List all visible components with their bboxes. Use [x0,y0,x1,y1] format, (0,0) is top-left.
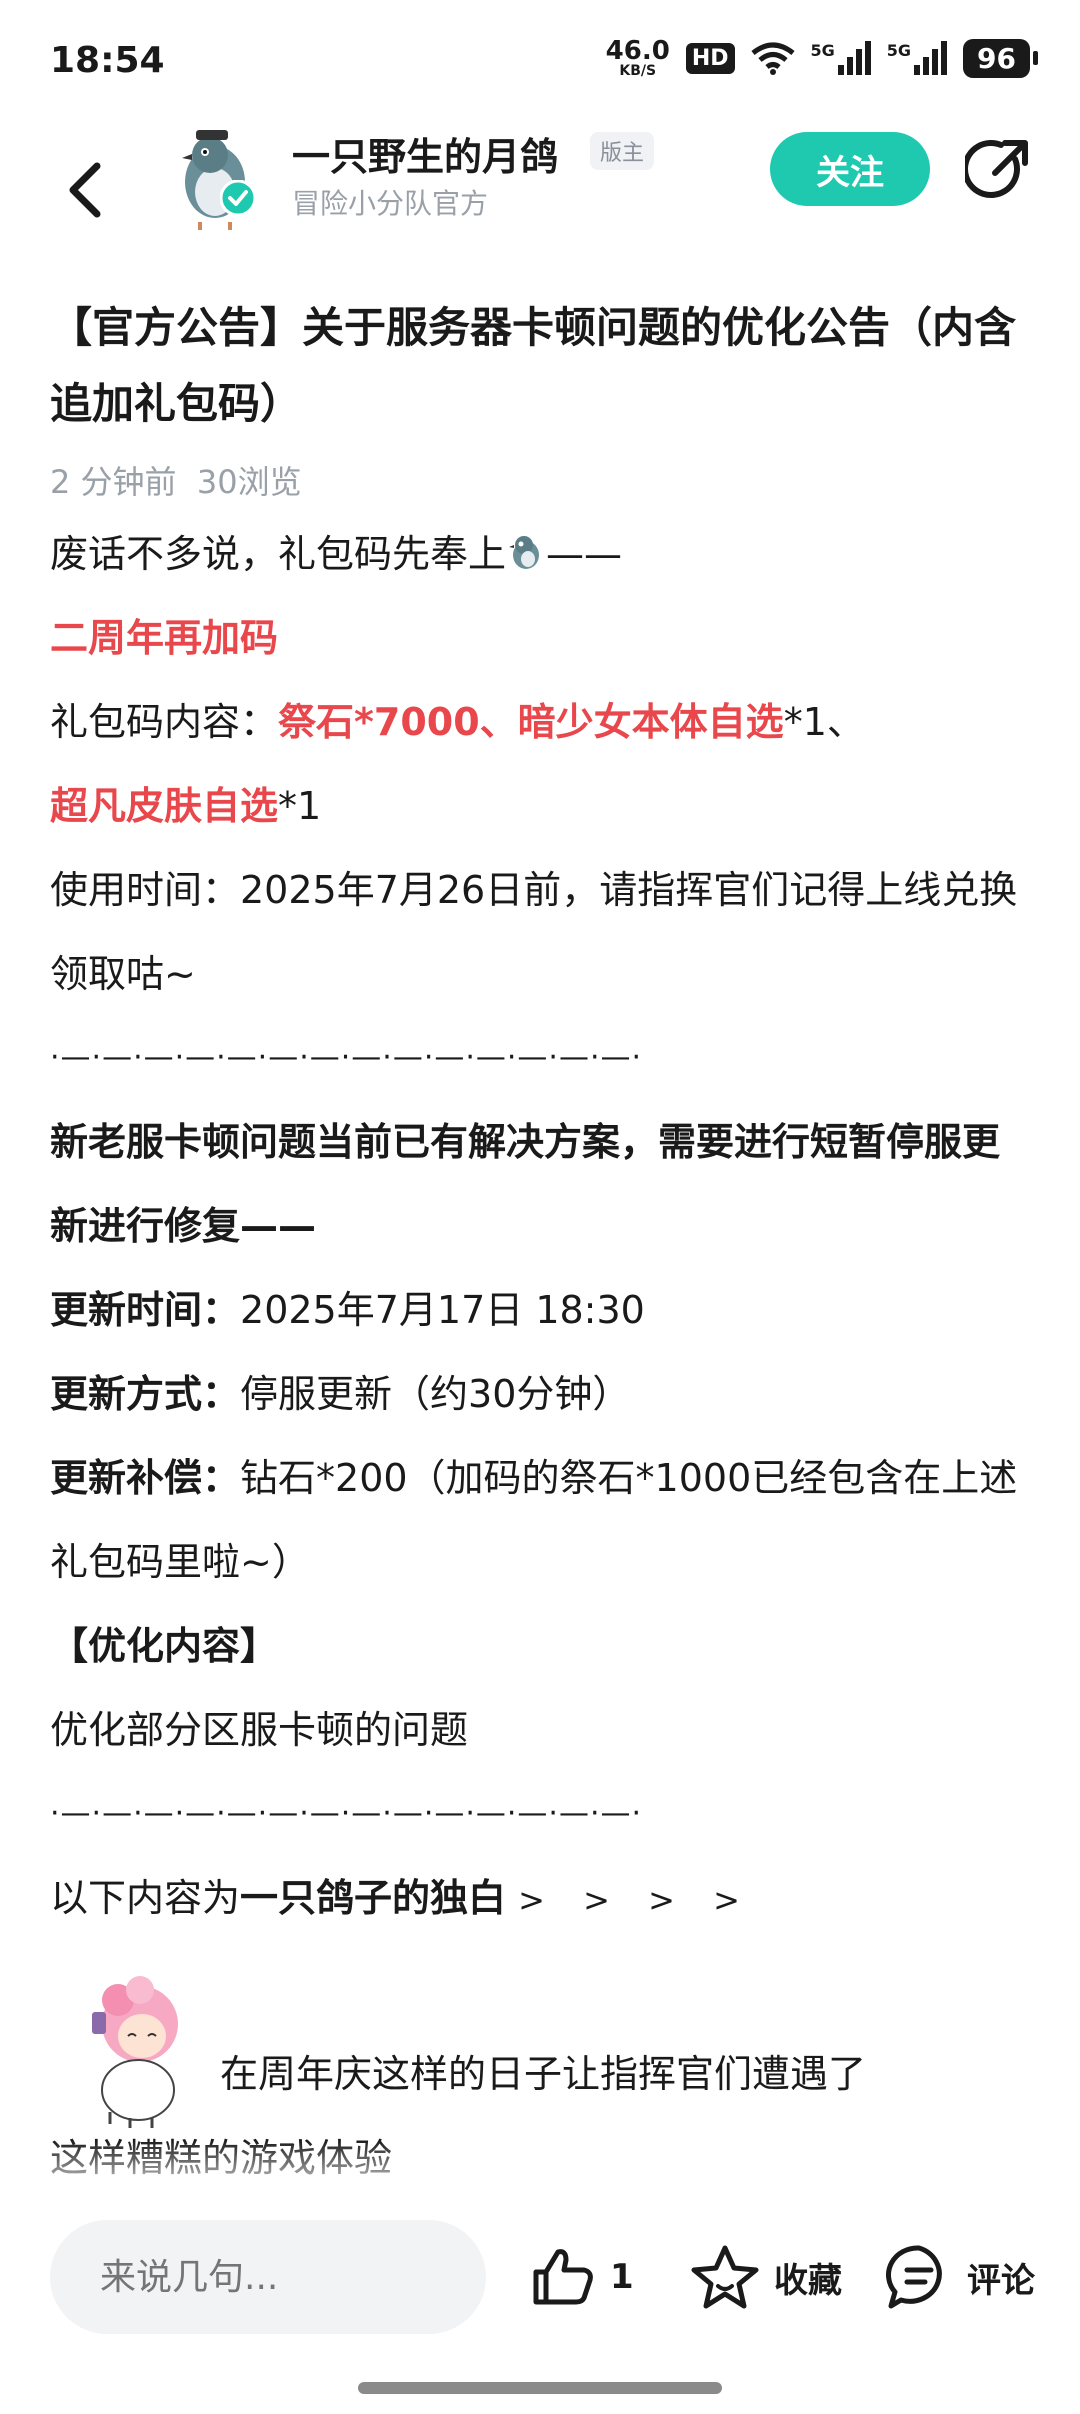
comment-input[interactable] [50,2220,486,2334]
update-method-value: 停服更新（约30分钟） [240,1372,631,1416]
follow-button[interactable]: 关注 [770,132,930,206]
intro-text: 废话不多说，礼包码先奉上 [50,532,507,576]
optimize-item: 优化部分区服卡顿的问题 [50,1708,469,1752]
post-header: 一只野生的月鸽 版主 冒险小分队官方 关注 [0,120,1080,290]
signal-5g-label-2: 5G [886,41,912,60]
author-subtitle: 冒险小分队官方 [292,187,489,220]
extra-code-heading: 二周年再加码 [50,616,279,660]
gift-item-1: 祭石*7000 [278,700,480,744]
gift-separator: 、 [479,700,518,744]
sticker-text: 在周年庆这样的日子让指挥官们遭遇了 [220,2052,867,2096]
post-meta: 2 分钟前 30浏览 [50,452,1030,512]
intro-line: 废话不多说，礼包码先奉上 —— [50,512,1030,596]
share-icon [965,140,1028,198]
pink-girl-sticker [92,1976,178,2128]
update-time-value: 2025年7月17日 18:30 [240,1288,645,1332]
wifi-icon [750,42,795,75]
network-speed-value: 46.0 [605,36,670,66]
like-button[interactable]: 1 [530,2220,634,2334]
back-arrow-icon [69,162,101,218]
monologue-line: 以下内容为一只鸽子的独白 > > > > [50,1856,1030,1942]
favorite-button[interactable]: 收藏 [690,2220,842,2334]
gift-item-2-qty: *1、 [783,700,865,744]
use-time-text: 使用时间：2025年7月26日前，请指挥官们记得上线兑换领取咕~ [50,868,1018,996]
post-time: 2 分钟前 [50,463,177,501]
update-comp-line: 更新补偿：钻石*200（加码的祭石*1000已经包含在上述礼包码里啦~） [50,1436,1030,1604]
bottom-action-bar: 1 收藏 评论 [0,2190,1080,2414]
gift-content-line: 礼包码内容：祭石*7000、暗少女本体自选*1、 [50,680,1030,764]
signal-5g-icon-1: 5G [811,41,871,75]
back-button[interactable] [50,140,120,240]
home-indicator[interactable] [358,2382,722,2394]
favorite-label: 收藏 [774,2260,842,2301]
moderator-badge: 版主 [590,132,655,170]
battery-icon: 96 [963,38,1038,78]
status-time: 18:54 [50,40,165,81]
monologue-prefix: 以下内容为 [50,1876,241,1920]
gift-content-line-2: 超凡皮肤自选*1 [50,764,1030,848]
update-method-label: 更新方式： [50,1372,241,1416]
star-icon [691,2245,759,2309]
verified-icon [220,180,256,216]
status-icons: 46.0 KB/S HD 5G 5G 96 [606,38,1038,78]
issue-text: 新老服卡顿问题当前已有解决方案，需要进行短暂停服更新进行修复—— [50,1120,1001,1248]
like-count: 1 [610,2257,634,2297]
gift-label: 礼包码内容： [50,700,279,744]
update-time-label: 更新时间： [50,1288,241,1332]
signal-5g-icon-2: 5G [886,41,948,75]
hd-icon: HD [685,42,735,74]
signal-5g-label-1: 5G [810,41,835,60]
gift-item-3: 超凡皮肤自选 [50,784,279,828]
update-comp-label: 更新补偿： [50,1456,241,1500]
update-method-line: 更新方式：停服更新（约30分钟） [50,1352,1030,1436]
share-button[interactable] [960,132,1036,208]
comment-bubble-icon [886,2245,942,2309]
comment-label: 评论 [967,2260,1035,2301]
post-title: 【官方公告】关于服务器卡顿问题的优化公告（内含追加礼包码） [50,303,1017,428]
post-body: 【官方公告】关于服务器卡顿问题的优化公告（内含追加礼包码） 2 分钟前 30浏览… [50,290,1030,2182]
monologue-arrows: > > > > [518,1881,754,1919]
section-divider: ·—·—·—·—·—·—·—·—·—·—·—·—·—·—· [50,1040,643,1075]
update-time-line: 更新时间：2025年7月17日 18:30 [50,1268,1030,1352]
optimize-heading: 【优化内容】 [50,1624,279,1668]
monologue-title: 一只鸽子的独白 [240,1876,507,1920]
network-speed-unit: KB/S [619,63,657,79]
pigeon-emoji-icon [509,536,540,569]
author-name[interactable]: 一只野生的月鸽 [292,126,558,181]
network-speed: 46.0 KB/S [606,38,670,78]
post-views: 30浏览 [196,463,302,501]
gift-item-2: 暗少女本体自选 [517,700,784,744]
section-divider-2: ·—·—·—·—·—·—·—·—·—·—·—·—·—·—· [50,1796,643,1831]
comment-button[interactable]: 评论 [885,2220,1035,2334]
thumbs-up-icon [533,2249,593,2305]
status-bar: 18:54 46.0 KB/S HD 5G 5G 96 [0,0,1080,120]
gift-item-3-qty: *1 [278,784,322,828]
intro-tail: —— [546,532,623,576]
